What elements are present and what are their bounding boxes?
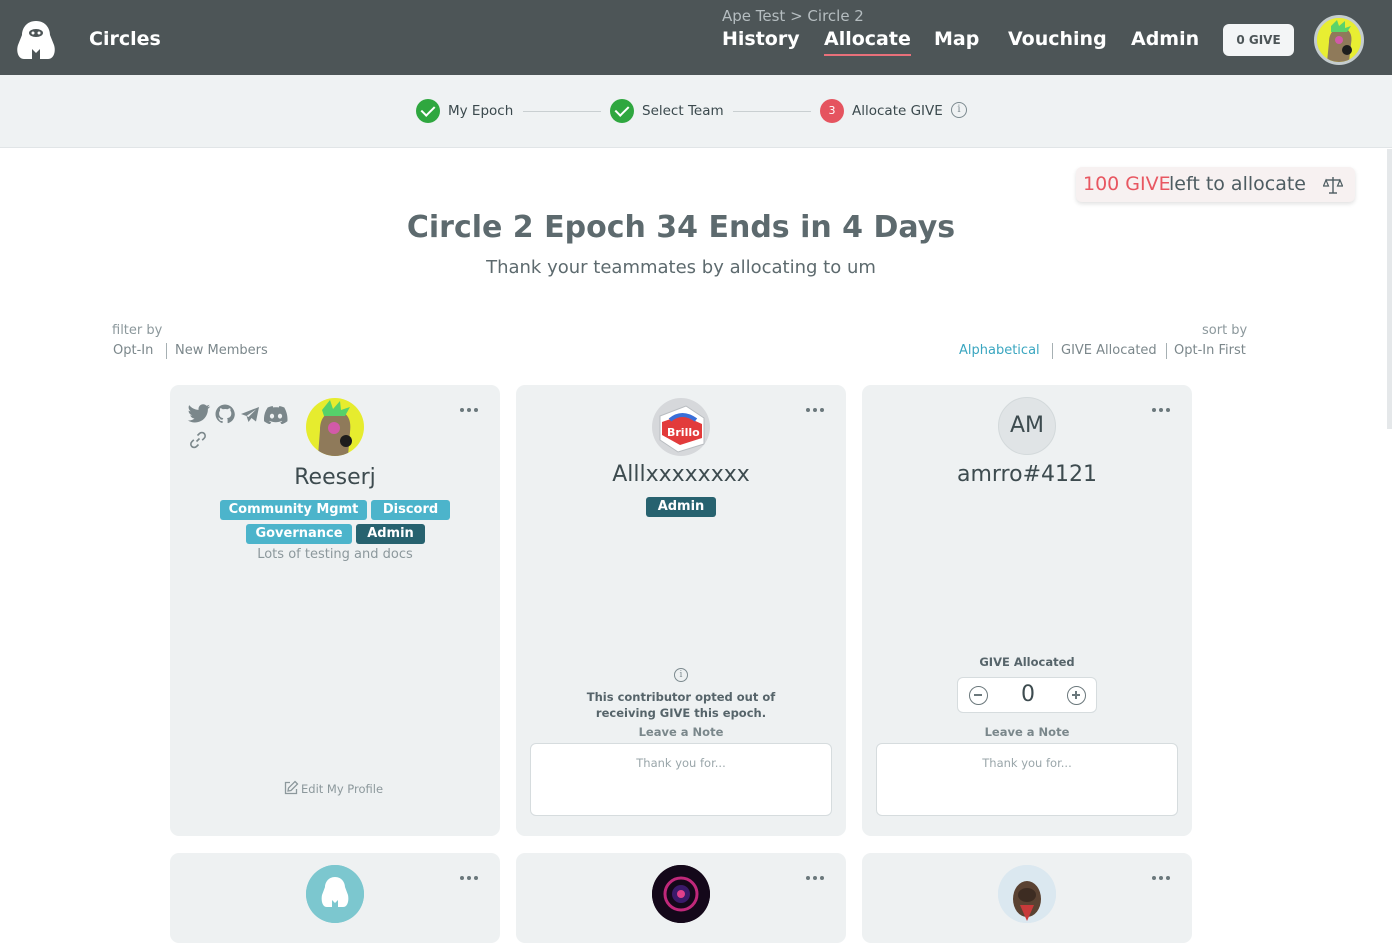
avatar (306, 865, 364, 923)
twitter-icon[interactable] (187, 404, 211, 424)
nav-history[interactable]: History (722, 28, 800, 50)
divider (1166, 343, 1167, 359)
circles-brand-link[interactable]: Circles (89, 28, 161, 50)
member-card (170, 853, 500, 943)
sort-alphabetical[interactable]: Alphabetical (959, 343, 1040, 358)
page-subtitle: Thank your teammates by allocating to um (486, 257, 876, 278)
tag-admin: Admin (646, 497, 716, 517)
sort-opt-in-first[interactable]: Opt-In First (1174, 343, 1246, 358)
member-name: Reeserj (294, 465, 376, 490)
info-icon[interactable]: i (951, 102, 967, 118)
more-options-icon[interactable] (806, 875, 824, 881)
filter-new-members[interactable]: New Members (175, 343, 268, 358)
filter-label: filter by (112, 323, 163, 338)
scrollbar[interactable] (1387, 149, 1392, 429)
tag-admin: Admin (356, 524, 425, 544)
give-quantity-stepper: 0 (957, 677, 1097, 713)
give-allocated-label: GIVE Allocated (979, 655, 1075, 669)
nav-vouching[interactable]: Vouching (1008, 28, 1107, 50)
note-textarea[interactable]: Thank you for... (530, 743, 832, 816)
avatar (652, 865, 710, 923)
divider (166, 343, 167, 359)
avatar-initials: AM (998, 397, 1056, 455)
check-icon (416, 99, 440, 123)
more-options-icon[interactable] (806, 407, 824, 413)
member-card (516, 853, 846, 943)
filter-opt-in[interactable]: Opt-In (113, 343, 153, 358)
more-options-icon[interactable] (460, 875, 478, 881)
user-avatar[interactable] (1314, 15, 1364, 65)
page-title: Circle 2 Epoch 34 Ends in 4 Days (406, 210, 956, 245)
more-options-icon[interactable] (1152, 407, 1170, 413)
member-bio: Lots of testing and docs (257, 547, 413, 562)
nav-allocate[interactable]: Allocate (824, 28, 911, 56)
member-name: amrro#4121 (956, 462, 1097, 487)
member-card-amrro: AM amrro#4121 GIVE Allocated 0 Leave a N… (862, 385, 1192, 836)
edit-profile-label: Edit My Profile (301, 782, 384, 796)
tag-community-mgmt: Community Mgmt (220, 500, 367, 520)
more-options-icon[interactable] (1152, 875, 1170, 881)
avatar: Brillo (652, 398, 710, 456)
link-icon[interactable] (189, 431, 207, 449)
balance-scale-icon (1323, 177, 1343, 194)
note-placeholder: Thank you for... (636, 756, 726, 770)
step-allocate-give[interactable]: Allocate GIVE (852, 103, 943, 119)
give-remaining-text: left to allocate (1169, 173, 1306, 195)
increment-button[interactable] (1067, 686, 1086, 705)
step-select-team[interactable]: Select Team (642, 103, 724, 119)
opt-out-message: This contributor opted out of receiving … (586, 690, 776, 720)
ape-logo-icon[interactable] (14, 19, 58, 61)
edit-icon (284, 780, 299, 795)
telegram-icon[interactable] (240, 406, 260, 423)
discord-icon[interactable] (264, 406, 288, 424)
divider (1052, 343, 1053, 359)
give-remaining-amount: 100 GIVE (1083, 173, 1171, 195)
tag-discord: Discord (371, 500, 450, 520)
info-icon: i (674, 668, 688, 682)
allocation-stepper: My Epoch Select Team 3 Allocate GIVE i (0, 75, 1392, 148)
avatar (306, 398, 364, 456)
member-name: Alllxxxxxxxx (612, 462, 750, 487)
svg-text:Brillo: Brillo (667, 426, 700, 439)
step-connector (733, 111, 811, 112)
note-textarea[interactable]: Thank you for... (876, 743, 1178, 816)
member-card-alllxxxxxxxx: Brillo Alllxxxxxxxx Admin i This contrib… (516, 385, 846, 836)
sort-give-allocated[interactable]: GIVE Allocated (1061, 343, 1157, 358)
member-card-reeserj: Reeserj Community Mgmt Discord Governanc… (170, 385, 500, 836)
check-icon (610, 99, 634, 123)
step-connector (523, 111, 601, 112)
member-card (862, 853, 1192, 943)
note-placeholder: Thank you for... (982, 756, 1072, 770)
give-balance-button[interactable]: 0 GIVE (1223, 24, 1294, 56)
nav-admin[interactable]: Admin (1131, 28, 1199, 50)
sort-label: sort by (1202, 323, 1248, 338)
github-icon[interactable] (215, 404, 235, 424)
top-navigation-bar: Circles Ape Test > Circle 2 History Allo… (0, 0, 1392, 75)
more-options-icon[interactable] (460, 407, 478, 413)
avatar (998, 865, 1056, 923)
tag-governance: Governance (246, 524, 352, 544)
note-label: Leave a Note (984, 725, 1070, 739)
step-my-epoch[interactable]: My Epoch (448, 103, 513, 119)
nav-map[interactable]: Map (934, 28, 979, 50)
breadcrumb: Ape Test > Circle 2 (722, 7, 864, 25)
give-remaining-panel: 100 GIVE left to allocate (1076, 167, 1355, 202)
note-label: Leave a Note (638, 725, 724, 739)
step-number-badge: 3 (820, 99, 844, 123)
